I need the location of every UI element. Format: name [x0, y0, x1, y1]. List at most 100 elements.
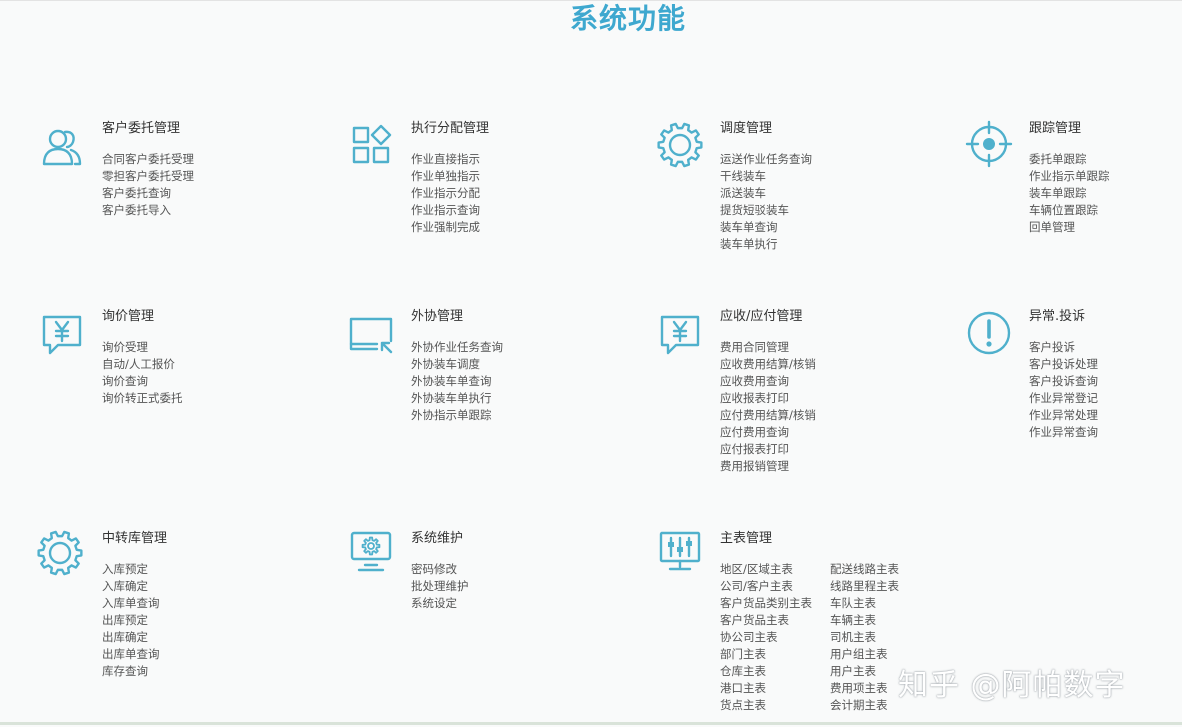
menu-link[interactable]: 部门主表: [720, 646, 812, 663]
menu-link[interactable]: 客户货品主表: [720, 612, 812, 629]
menu-link[interactable]: 作业指示查询: [411, 202, 480, 219]
menu-link[interactable]: 系统设定: [411, 595, 469, 612]
menu-link[interactable]: 零担客户委托受理: [102, 168, 194, 185]
module-menu: 委托单跟踪 作业指示单跟踪 装车单跟踪 车辆位置跟踪 回单管理: [1029, 151, 1110, 236]
menu-link[interactable]: 用户主表: [830, 663, 899, 680]
module-title: 异常.投诉: [1029, 309, 1086, 324]
menu-link[interactable]: 外协作业任务查询: [411, 339, 503, 356]
menu-link[interactable]: 合同客户委托受理: [102, 151, 194, 168]
menu-link[interactable]: 客户投诉: [1029, 339, 1098, 356]
menu-link[interactable]: 自动/人工报价: [102, 356, 183, 373]
menu-link[interactable]: 批处理维护: [411, 578, 469, 595]
bottom-divider: [0, 722, 1182, 725]
menu-link[interactable]: 作业单独指示: [411, 168, 480, 185]
menu-link[interactable]: 货点主表: [720, 697, 812, 714]
menu-link[interactable]: 地区/区域主表: [720, 561, 812, 578]
menu-link[interactable]: 仓库主表: [720, 663, 812, 680]
menu-link[interactable]: 费用项主表: [830, 680, 899, 697]
menu-link[interactable]: 询价受理: [102, 339, 183, 356]
module-menu: 作业直接指示 作业单独指示 作业指示分配 作业指示查询 作业强制完成: [411, 151, 480, 236]
menu-link[interactable]: 应收费用查询: [720, 373, 816, 390]
menu-link[interactable]: 回单管理: [1029, 219, 1110, 236]
menu-link[interactable]: 派送装车: [720, 185, 812, 202]
module-title: 客户委托管理: [102, 121, 181, 136]
grid-apps-icon: [347, 121, 395, 169]
menu-link[interactable]: 作业强制完成: [411, 219, 480, 236]
menu-link[interactable]: 客户货品类别主表: [720, 595, 812, 612]
menu-link[interactable]: 外协指示单跟踪: [411, 407, 503, 424]
menu-link[interactable]: 公司/客户主表: [720, 578, 812, 595]
menu-link[interactable]: 入库预定: [102, 561, 160, 578]
menu-link[interactable]: 外协装车单执行: [411, 390, 503, 407]
module-menu: 地区/区域主表 公司/客户主表 客户货品类别主表 客户货品主表 协公司主表 部门主表 仓库主…: [720, 561, 812, 714]
module-title: 应收/应付管理: [720, 309, 803, 324]
monitor-arrow-icon: [347, 311, 395, 359]
menu-link[interactable]: 提货短驳装车: [720, 202, 812, 219]
menu-link[interactable]: 客户投诉查询: [1029, 373, 1098, 390]
menu-link[interactable]: 客户投诉处理: [1029, 356, 1098, 373]
menu-link[interactable]: 询价转正式委托: [102, 390, 183, 407]
menu-link[interactable]: 运送作业任务查询: [720, 151, 812, 168]
menu-link[interactable]: 密码修改: [411, 561, 469, 578]
menu-link[interactable]: 车辆主表: [830, 612, 899, 629]
menu-link[interactable]: 询价查询: [102, 373, 183, 390]
top-divider: [0, 0, 1182, 1]
menu-link[interactable]: 配送线路主表: [830, 561, 899, 578]
module-title: 跟踪管理: [1029, 121, 1082, 136]
user-group-icon: [38, 124, 86, 172]
menu-link[interactable]: 应付费用查询: [720, 424, 816, 441]
menu-link[interactable]: 车队主表: [830, 595, 899, 612]
module-title: 中转库管理: [102, 531, 168, 546]
menu-link[interactable]: 外协装车单查询: [411, 373, 503, 390]
menu-link[interactable]: 港口主表: [720, 680, 812, 697]
module-title: 外协管理: [411, 309, 464, 324]
module-menu: 配送线路主表 线路里程主表 车队主表 车辆主表 司机主表 用户组主表 用户主表 费用项主表 会计…: [830, 561, 899, 714]
gear-icon: [36, 529, 84, 577]
menu-link[interactable]: 库存查询: [102, 663, 160, 680]
menu-link[interactable]: 费用报销管理: [720, 458, 816, 475]
menu-link[interactable]: 出库预定: [102, 612, 160, 629]
yen-chat-icon: [38, 311, 86, 359]
module-title: 询价管理: [102, 309, 155, 324]
menu-link[interactable]: 应付报表打印: [720, 441, 816, 458]
menu-link[interactable]: 协公司主表: [720, 629, 812, 646]
menu-link[interactable]: 应收费用结算/核销: [720, 356, 816, 373]
menu-link[interactable]: 装车单执行: [720, 236, 812, 253]
menu-link[interactable]: 作业异常查询: [1029, 424, 1098, 441]
watermark: 知乎 @阿帕数字: [898, 668, 1126, 703]
menu-link[interactable]: 出库确定: [102, 629, 160, 646]
menu-link[interactable]: 会计期主表: [830, 697, 899, 714]
menu-link[interactable]: 费用合同管理: [720, 339, 816, 356]
menu-link[interactable]: 客户委托查询: [102, 185, 194, 202]
module-menu: 询价受理 自动/人工报价 询价查询 询价转正式委托: [102, 339, 183, 407]
menu-link[interactable]: 外协装车调度: [411, 356, 503, 373]
module-title: 执行分配管理: [411, 121, 490, 136]
menu-link[interactable]: 作业异常登记: [1029, 390, 1098, 407]
menu-link[interactable]: 作业指示分配: [411, 185, 480, 202]
menu-link[interactable]: 作业指示单跟踪: [1029, 168, 1110, 185]
menu-link[interactable]: 装车单查询: [720, 219, 812, 236]
module-menu: 运送作业任务查询 干线装车 派送装车 提货短驳装车 装车单查询 装车单执行: [720, 151, 812, 253]
menu-link[interactable]: 司机主表: [830, 629, 899, 646]
menu-link[interactable]: 装车单跟踪: [1029, 185, 1110, 202]
module-menu: 外协作业任务查询 外协装车调度 外协装车单查询 外协装车单执行 外协指示单跟踪: [411, 339, 503, 424]
menu-link[interactable]: 用户组主表: [830, 646, 899, 663]
monitor-gear-icon: [347, 527, 395, 575]
gear-icon: [656, 121, 704, 169]
menu-link[interactable]: 线路里程主表: [830, 578, 899, 595]
menu-link[interactable]: 出库单查询: [102, 646, 160, 663]
menu-link[interactable]: 入库确定: [102, 578, 160, 595]
module-menu: 费用合同管理 应收费用结算/核销 应收费用查询 应收报表打印 应付费用结算/核销 应付费用…: [720, 339, 816, 475]
menu-link[interactable]: 作业直接指示: [411, 151, 480, 168]
module-menu: 入库预定 入库确定 入库单查询 出库预定 出库确定 出库单查询 库存查询: [102, 561, 160, 680]
menu-link[interactable]: 干线装车: [720, 168, 812, 185]
menu-link[interactable]: 入库单查询: [102, 595, 160, 612]
menu-link[interactable]: 应收报表打印: [720, 390, 816, 407]
menu-link[interactable]: 客户委托导入: [102, 202, 194, 219]
module-title: 系统维护: [411, 531, 464, 546]
module-menu: 客户投诉 客户投诉处理 客户投诉查询 作业异常登记 作业异常处理 作业异常查询: [1029, 339, 1098, 441]
menu-link[interactable]: 作业异常处理: [1029, 407, 1098, 424]
menu-link[interactable]: 应付费用结算/核销: [720, 407, 816, 424]
menu-link[interactable]: 委托单跟踪: [1029, 151, 1110, 168]
menu-link[interactable]: 车辆位置跟踪: [1029, 202, 1110, 219]
